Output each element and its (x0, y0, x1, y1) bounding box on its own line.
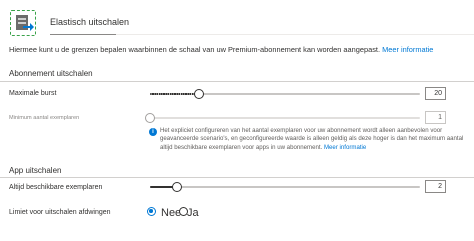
info-icon: i (149, 128, 157, 136)
slider-track (150, 117, 420, 119)
app-scale-out-header: App uitschalen (9, 166, 62, 175)
radio-no-label[interactable]: Nee (161, 207, 181, 219)
scale-out-limit-label: Limiet voor uitschalen afdwingen (9, 209, 111, 216)
max-burst-input[interactable]: 20 (425, 87, 446, 100)
min-instances-label: Minimum aantal exemplaren (9, 115, 80, 121)
slider-thumb[interactable] (172, 182, 182, 192)
section-divider (0, 81, 474, 82)
always-ready-slider[interactable] (150, 182, 420, 192)
slider-track (150, 186, 420, 188)
arrow-right-icon (23, 23, 34, 31)
info-learn-more-link[interactable]: Meer informatie (324, 144, 366, 151)
tab-divider (116, 34, 474, 35)
tab-elastic-scale-out[interactable]: Elastisch uitschalen (50, 17, 129, 27)
max-burst-label: Maximale burst (9, 90, 57, 97)
slider-thumb[interactable] (194, 89, 204, 99)
slider-thumb[interactable] (145, 113, 155, 123)
info-message: Het expliciet configureren van het aanta… (160, 127, 470, 152)
page-description: Hiermee kunt u de grenzen bepalen waarbi… (9, 45, 433, 54)
section-divider (0, 177, 474, 178)
radio-no[interactable] (147, 207, 156, 216)
radio-yes-label[interactable]: Ja (187, 207, 199, 219)
description-text: Hiermee kunt u de grenzen bepalen waarbi… (9, 45, 380, 54)
app-service-scale-out-icon (10, 10, 36, 36)
min-instances-input[interactable]: 1 (425, 111, 446, 124)
tab-underline (50, 34, 116, 35)
min-instances-slider[interactable] (145, 113, 420, 123)
slider-fill (150, 92, 199, 96)
always-ready-label: Altijd beschikbare exemplaren (9, 184, 103, 191)
always-ready-input[interactable]: 2 (425, 180, 446, 193)
max-burst-slider[interactable] (150, 89, 420, 99)
plan-scale-out-header: Abonnement uitschalen (9, 69, 93, 78)
learn-more-link[interactable]: Meer informatie (382, 45, 433, 54)
info-message-text: Het expliciet configureren van het aanta… (160, 127, 464, 151)
